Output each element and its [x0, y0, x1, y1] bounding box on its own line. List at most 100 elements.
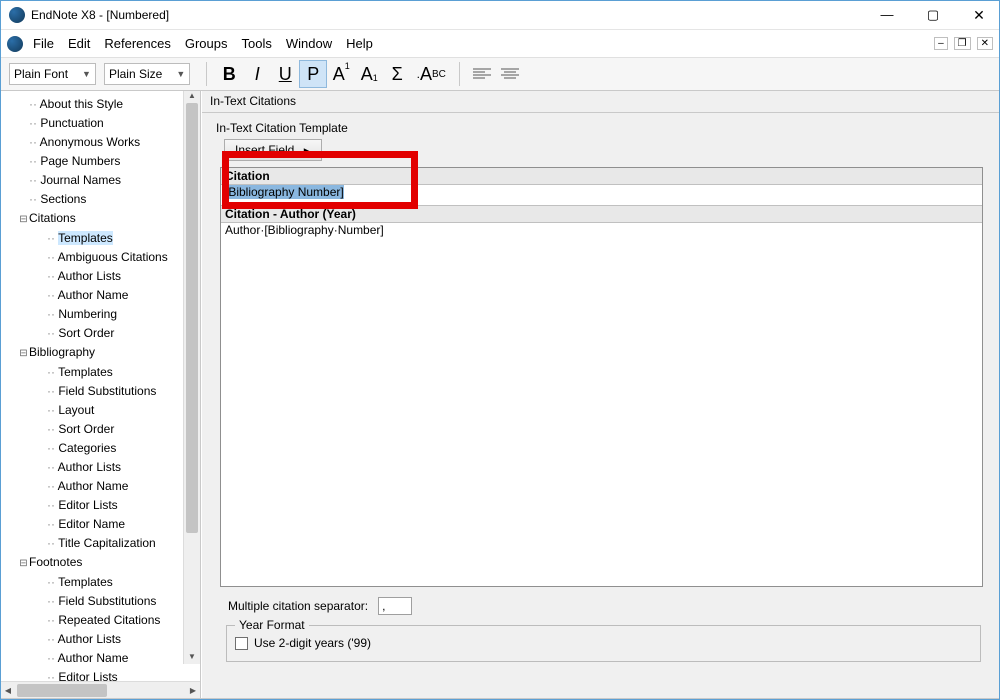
- tree-item-label: Journal Names: [40, 173, 121, 187]
- citation-author-year-line[interactable]: Author·[Bibliography·Number]: [221, 223, 982, 237]
- tree-item[interactable]: ·· Templates: [9, 229, 200, 248]
- tree-item-label: Footnotes: [29, 555, 82, 569]
- collapse-icon[interactable]: ⊟: [18, 344, 29, 363]
- bold-button[interactable]: B: [215, 60, 243, 88]
- tree-item[interactable]: ·· Repeated Citations: [9, 611, 200, 630]
- scroll-left-icon[interactable]: ◀: [1, 686, 15, 695]
- tree-item-label: Sections: [40, 192, 86, 206]
- tree-item[interactable]: ·· Editor Lists: [9, 668, 200, 681]
- tree-item-label: Author Lists: [58, 632, 121, 646]
- tree-bullet-icon: ··: [29, 116, 40, 130]
- tree-item[interactable]: ·· Journal Names: [9, 171, 200, 190]
- chevron-down-icon: ▼: [176, 69, 185, 79]
- tree-item[interactable]: ·· Title Capitalization: [9, 534, 200, 553]
- tree-item[interactable]: ·· Author Lists: [9, 267, 200, 286]
- scroll-down-icon[interactable]: ▼: [184, 652, 200, 664]
- citation-template-line[interactable]: [Bibliography Number]: [221, 185, 982, 199]
- vertical-scrollbar[interactable]: ▲ ▼: [183, 91, 200, 664]
- tree-item[interactable]: ·· Ambiguous Citations: [9, 248, 200, 267]
- menu-edit[interactable]: Edit: [68, 36, 90, 51]
- two-digit-year-checkbox[interactable]: Use 2-digit years ('99): [235, 636, 371, 650]
- tree-bullet-icon: ··: [29, 135, 40, 149]
- menu-file[interactable]: File: [33, 36, 54, 51]
- tree-item[interactable]: ·· Page Numbers: [9, 152, 200, 171]
- plain-button[interactable]: P: [299, 60, 327, 88]
- smallcaps-button[interactable]: .ABC: [411, 60, 451, 88]
- citation-header: Citation: [221, 168, 982, 185]
- size-combo[interactable]: Plain Size ▼: [104, 63, 190, 85]
- tree-item[interactable]: ·· Sort Order: [9, 324, 200, 343]
- horizontal-scrollbar[interactable]: ◀ ▶: [1, 681, 200, 698]
- tree-item[interactable]: ·· About this Style: [9, 95, 200, 114]
- insert-field-button[interactable]: Insert Field ▶: [224, 139, 322, 161]
- scroll-thumb[interactable]: [186, 103, 198, 533]
- font-combo[interactable]: Plain Font ▼: [9, 63, 96, 85]
- tree-item[interactable]: ·· Author Lists: [9, 458, 200, 477]
- scroll-thumb[interactable]: [17, 684, 107, 697]
- tree-item-label: Templates: [58, 231, 113, 245]
- scroll-right-icon[interactable]: ▶: [186, 686, 200, 695]
- tree-item[interactable]: ·· Author Name: [9, 649, 200, 668]
- underline-button[interactable]: U: [271, 60, 299, 88]
- tree-bullet-icon: ··: [47, 403, 58, 417]
- collapse-icon[interactable]: ⊟: [18, 554, 29, 573]
- tree-item-label: Editor Name: [58, 517, 125, 531]
- mdi-close-button[interactable]: ✕: [977, 37, 993, 50]
- tree-item-label: Author Lists: [58, 460, 121, 474]
- mdi-minimize-button[interactable]: –: [934, 37, 948, 50]
- tree-item[interactable]: ·· Field Substitutions: [9, 592, 200, 611]
- tree-bullet-icon: ··: [47, 326, 58, 340]
- symbol-button[interactable]: Σ: [383, 60, 411, 88]
- tree-item[interactable]: ⊟Bibliography: [9, 343, 200, 363]
- main-panel: In-Text Citations In-Text Citation Templ…: [201, 91, 999, 698]
- tree-bullet-icon: ··: [47, 613, 58, 627]
- tree-item[interactable]: ·· Editor Name: [9, 515, 200, 534]
- italic-button[interactable]: I: [243, 60, 271, 88]
- tree-bullet-icon: ··: [47, 632, 58, 646]
- tree-bullet-icon: ··: [29, 154, 40, 168]
- tree-item-label: Field Substitutions: [58, 384, 156, 398]
- tree-item[interactable]: ·· Author Name: [9, 286, 200, 305]
- menu-tools[interactable]: Tools: [241, 36, 271, 51]
- tree-bullet-icon: ··: [47, 288, 58, 302]
- separator-label: Multiple citation separator:: [228, 599, 368, 613]
- template-editor[interactable]: Citation [Bibliography Number] Citation …: [220, 167, 983, 587]
- menu-window[interactable]: Window: [286, 36, 332, 51]
- menu-help[interactable]: Help: [346, 36, 373, 51]
- style-tree[interactable]: ·· About this Style·· Punctuation·· Anon…: [1, 91, 200, 681]
- scroll-up-icon[interactable]: ▲: [184, 91, 200, 103]
- align-center-button[interactable]: [496, 60, 524, 88]
- tree-item[interactable]: ·· Numbering: [9, 305, 200, 324]
- tree-item-label: Field Substitutions: [58, 594, 156, 608]
- tree-item[interactable]: ·· Punctuation: [9, 114, 200, 133]
- tree-item-label: Templates: [58, 365, 113, 379]
- superscript-button[interactable]: A1: [327, 60, 355, 88]
- maximize-button[interactable]: ▢: [921, 7, 945, 24]
- mdi-restore-button[interactable]: ❐: [954, 37, 971, 50]
- minimize-button[interactable]: —: [875, 7, 899, 24]
- tree-item[interactable]: ·· Author Lists: [9, 630, 200, 649]
- separator-input[interactable]: [378, 597, 412, 615]
- tree-item[interactable]: ·· Sort Order: [9, 420, 200, 439]
- align-left-button[interactable]: [468, 60, 496, 88]
- subscript-button[interactable]: A1: [355, 60, 383, 88]
- tree-item-label: Editor Lists: [58, 498, 117, 512]
- tree-item[interactable]: ·· Templates: [9, 363, 200, 382]
- tree-item[interactable]: ·· Anonymous Works: [9, 133, 200, 152]
- close-button[interactable]: ✕: [967, 7, 991, 24]
- tree-item[interactable]: ·· Field Substitutions: [9, 382, 200, 401]
- tree-item[interactable]: ⊟Footnotes: [9, 553, 200, 573]
- tree-bullet-icon: ··: [47, 269, 58, 283]
- window-title: EndNote X8 - [Numbered]: [31, 8, 169, 22]
- tree-item[interactable]: ·· Editor Lists: [9, 496, 200, 515]
- tree-item[interactable]: ⊟Citations: [9, 209, 200, 229]
- tree-item[interactable]: ·· Author Name: [9, 477, 200, 496]
- tree-item[interactable]: ·· Layout: [9, 401, 200, 420]
- collapse-icon[interactable]: ⊟: [18, 210, 29, 229]
- tree-item[interactable]: ·· Templates: [9, 573, 200, 592]
- tree-item[interactable]: ·· Sections: [9, 190, 200, 209]
- menu-groups[interactable]: Groups: [185, 36, 228, 51]
- tree-bullet-icon: ··: [29, 192, 40, 206]
- tree-item[interactable]: ·· Categories: [9, 439, 200, 458]
- menu-references[interactable]: References: [104, 36, 170, 51]
